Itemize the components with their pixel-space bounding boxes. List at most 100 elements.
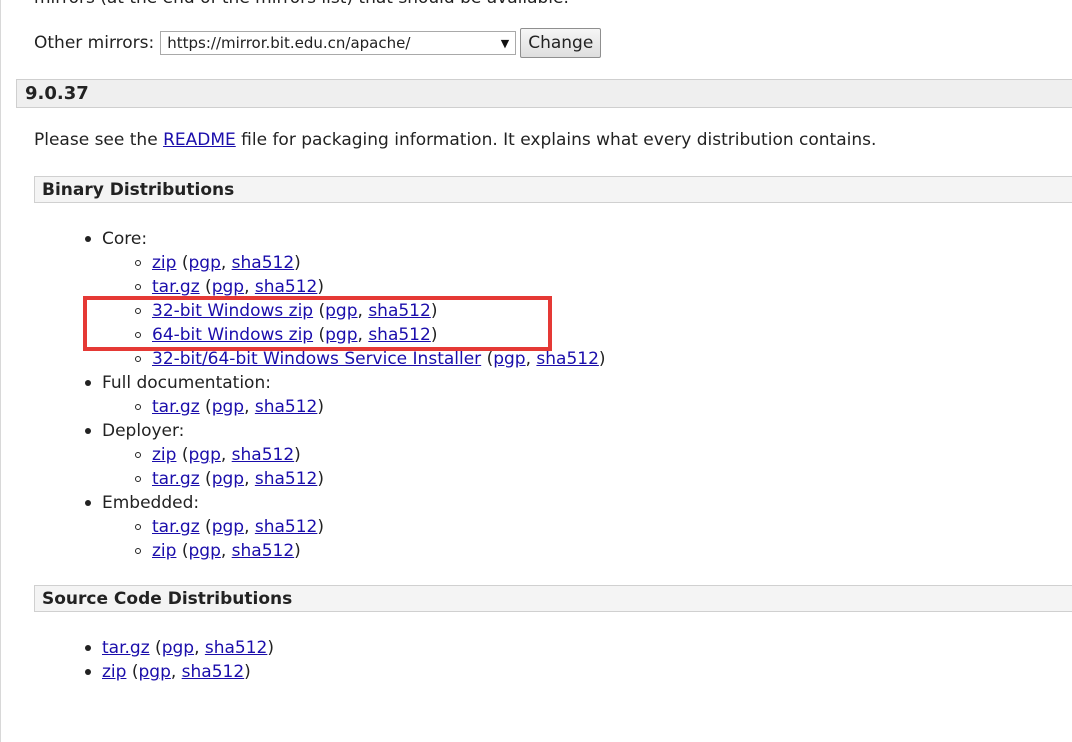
pgp-link[interactable]: pgp xyxy=(493,349,525,369)
pgp-link[interactable]: pgp xyxy=(212,397,244,417)
circle-bullet-icon xyxy=(135,548,141,554)
punctuation: ) xyxy=(317,277,325,297)
download-link[interactable]: tar.gz xyxy=(152,469,200,489)
list-item: zip (pgp, sha512) xyxy=(152,443,301,467)
punctuation: ) xyxy=(294,253,301,273)
pgp-link[interactable]: pgp xyxy=(212,517,244,537)
sha512-link[interactable]: sha512 xyxy=(232,445,295,465)
list-item: zip (pgp, sha512) xyxy=(102,660,251,684)
bullet-icon xyxy=(85,500,91,506)
download-link[interactable]: zip xyxy=(152,253,176,273)
circle-bullet-icon xyxy=(135,452,141,458)
punctuation: , xyxy=(220,541,232,561)
circle-bullet-icon xyxy=(135,356,141,362)
punctuation: , xyxy=(220,253,232,273)
punctuation: ( xyxy=(199,517,212,537)
punctuation: , xyxy=(244,469,255,489)
bullet-icon xyxy=(85,645,91,651)
punctuation: ) xyxy=(598,349,606,369)
download-link[interactable]: zip xyxy=(102,662,126,682)
pgp-link[interactable]: pgp xyxy=(212,469,244,489)
punctuation: , xyxy=(244,277,255,297)
mirror-selector-row: Other mirrors: https://mirror.bit.edu.cn… xyxy=(34,28,602,58)
sha512-link[interactable]: sha512 xyxy=(255,517,318,537)
punctuation: ) xyxy=(317,469,325,489)
punctuation: ( xyxy=(199,277,212,297)
download-link[interactable]: zip xyxy=(152,445,176,465)
punctuation: ) xyxy=(317,397,325,417)
pgp-link[interactable]: pgp xyxy=(188,541,220,561)
punctuation: , xyxy=(525,349,537,369)
pgp-link[interactable]: pgp xyxy=(188,253,220,273)
circle-bullet-icon xyxy=(135,404,141,410)
sha512-link[interactable]: sha512 xyxy=(536,349,599,369)
pgp-link[interactable]: pgp xyxy=(212,277,244,297)
mirror-select[interactable]: https://mirror.bit.edu.cn/apache/ ▼ xyxy=(160,31,517,55)
sha512-link[interactable]: sha512 xyxy=(182,662,245,682)
circle-bullet-icon xyxy=(135,524,141,530)
list-item: zip (pgp, sha512) xyxy=(152,539,301,563)
group-label: Deployer: xyxy=(102,421,185,441)
page-left-border xyxy=(0,0,1,742)
readme-link[interactable]: README xyxy=(163,130,236,150)
bullet-icon xyxy=(85,428,91,434)
download-link[interactable]: tar.gz xyxy=(152,517,200,537)
punctuation: ( xyxy=(199,469,212,489)
punctuation: ) xyxy=(317,517,325,537)
circle-bullet-icon xyxy=(135,476,141,482)
sha512-link[interactable]: sha512 xyxy=(232,253,295,273)
punctuation: ) xyxy=(294,445,301,465)
circle-bullet-icon xyxy=(135,284,141,290)
punctuation: ) xyxy=(294,541,301,561)
change-mirror-button[interactable]: Change xyxy=(520,28,602,58)
punctuation: ( xyxy=(126,662,139,682)
sha512-link[interactable]: sha512 xyxy=(255,469,318,489)
punctuation: , xyxy=(170,662,182,682)
punctuation: ( xyxy=(176,253,189,273)
sha512-link[interactable]: sha512 xyxy=(255,397,318,417)
download-link[interactable]: zip xyxy=(152,541,176,561)
version-header: 9.0.37 xyxy=(16,79,1072,108)
list-item: zip (pgp, sha512) xyxy=(152,251,301,275)
punctuation: ( xyxy=(176,541,189,561)
group-label: Embedded: xyxy=(102,493,200,513)
punctuation: ) xyxy=(244,662,251,682)
punctuation: ( xyxy=(176,445,189,465)
download-link[interactable]: tar.gz xyxy=(102,638,150,658)
pgp-link[interactable]: pgp xyxy=(188,445,220,465)
mirror-intro-text: mirrors (at the end of the mirrors list)… xyxy=(34,0,569,8)
source-distributions-header: Source Code Distributions xyxy=(34,585,1072,612)
mirror-select-value: https://mirror.bit.edu.cn/apache/ xyxy=(167,34,411,52)
download-link[interactable]: tar.gz xyxy=(152,397,200,417)
bullet-icon xyxy=(85,236,91,242)
punctuation: , xyxy=(194,638,205,658)
punctuation: ( xyxy=(149,638,162,658)
sha512-link[interactable]: sha512 xyxy=(205,638,268,658)
punctuation: ( xyxy=(199,397,212,417)
download-link[interactable]: 32-bit/64-bit Windows Service Installer xyxy=(152,349,481,369)
group-label: Full documentation: xyxy=(102,373,271,393)
punctuation: , xyxy=(244,397,255,417)
mirror-label: Other mirrors: xyxy=(34,33,155,53)
readme-suffix: file for packaging information. It expla… xyxy=(235,130,877,150)
sha512-link[interactable]: sha512 xyxy=(232,541,295,561)
punctuation: ( xyxy=(481,349,494,369)
sha512-link[interactable]: sha512 xyxy=(255,277,318,297)
binary-distributions-header: Binary Distributions xyxy=(34,176,1072,203)
download-link[interactable]: tar.gz xyxy=(152,277,200,297)
circle-bullet-icon xyxy=(135,260,141,266)
pgp-link[interactable]: pgp xyxy=(138,662,170,682)
dropdown-arrow-icon: ▼ xyxy=(500,36,510,50)
highlight-annotation-box xyxy=(83,296,552,351)
list-item: tar.gz (pgp, sha512) xyxy=(152,395,324,419)
list-item: tar.gz (pgp, sha512) xyxy=(152,515,324,539)
readme-prefix: Please see the xyxy=(34,130,164,150)
bullet-icon xyxy=(85,380,91,386)
bullet-icon xyxy=(85,669,91,675)
list-item: tar.gz (pgp, sha512) xyxy=(102,636,274,660)
readme-paragraph: Please see the README file for packaging… xyxy=(34,130,876,150)
punctuation: ) xyxy=(267,638,275,658)
punctuation: , xyxy=(244,517,255,537)
list-item: tar.gz (pgp, sha512) xyxy=(152,467,324,491)
pgp-link[interactable]: pgp xyxy=(162,638,194,658)
